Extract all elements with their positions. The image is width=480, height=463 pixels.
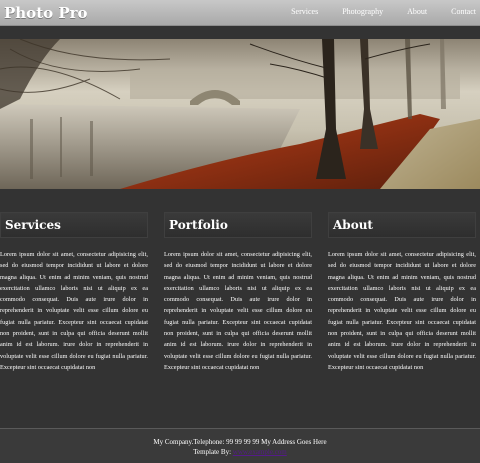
page: Photo Pro Services Photography About Con…	[0, 0, 480, 463]
about-column: About Lorem ipsum dolor sit amet, consec…	[328, 212, 476, 373]
nav-services[interactable]: Services	[291, 7, 318, 16]
footer-credit-link[interactable]: www.example.com	[233, 448, 287, 456]
services-column: Services Lorem ipsum dolor sit amet, con…	[0, 212, 148, 373]
footer: My Company.Telephone: 99 99 99 99 My Add…	[0, 428, 480, 463]
about-text: Lorem ipsum dolor sit amet, consectetur …	[328, 251, 476, 371]
hero-image	[0, 39, 480, 189]
services-heading: Services	[0, 212, 148, 238]
main-nav: Services Photography About Contact	[267, 7, 476, 16]
header-bar: Photo Pro Services Photography About Con…	[0, 0, 480, 26]
nav-photography[interactable]: Photography	[342, 7, 383, 16]
nav-contact[interactable]: Contact	[451, 7, 476, 16]
footer-credit: Template By: www.example.com	[0, 447, 480, 457]
portfolio-column: Portfolio Lorem ipsum dolor sit amet, co…	[164, 212, 312, 373]
nav-about[interactable]: About	[407, 7, 427, 16]
footer-credit-label: Template By:	[193, 448, 232, 456]
footer-contact-line: My Company.Telephone: 99 99 99 99 My Add…	[153, 438, 327, 446]
portfolio-text: Lorem ipsum dolor sit amet, consectetur …	[164, 251, 312, 371]
portfolio-heading: Portfolio	[164, 212, 312, 238]
services-text: Lorem ipsum dolor sit amet, consectetur …	[0, 251, 148, 371]
about-heading: About	[328, 212, 476, 238]
site-logo[interactable]: Photo Pro	[4, 4, 88, 22]
